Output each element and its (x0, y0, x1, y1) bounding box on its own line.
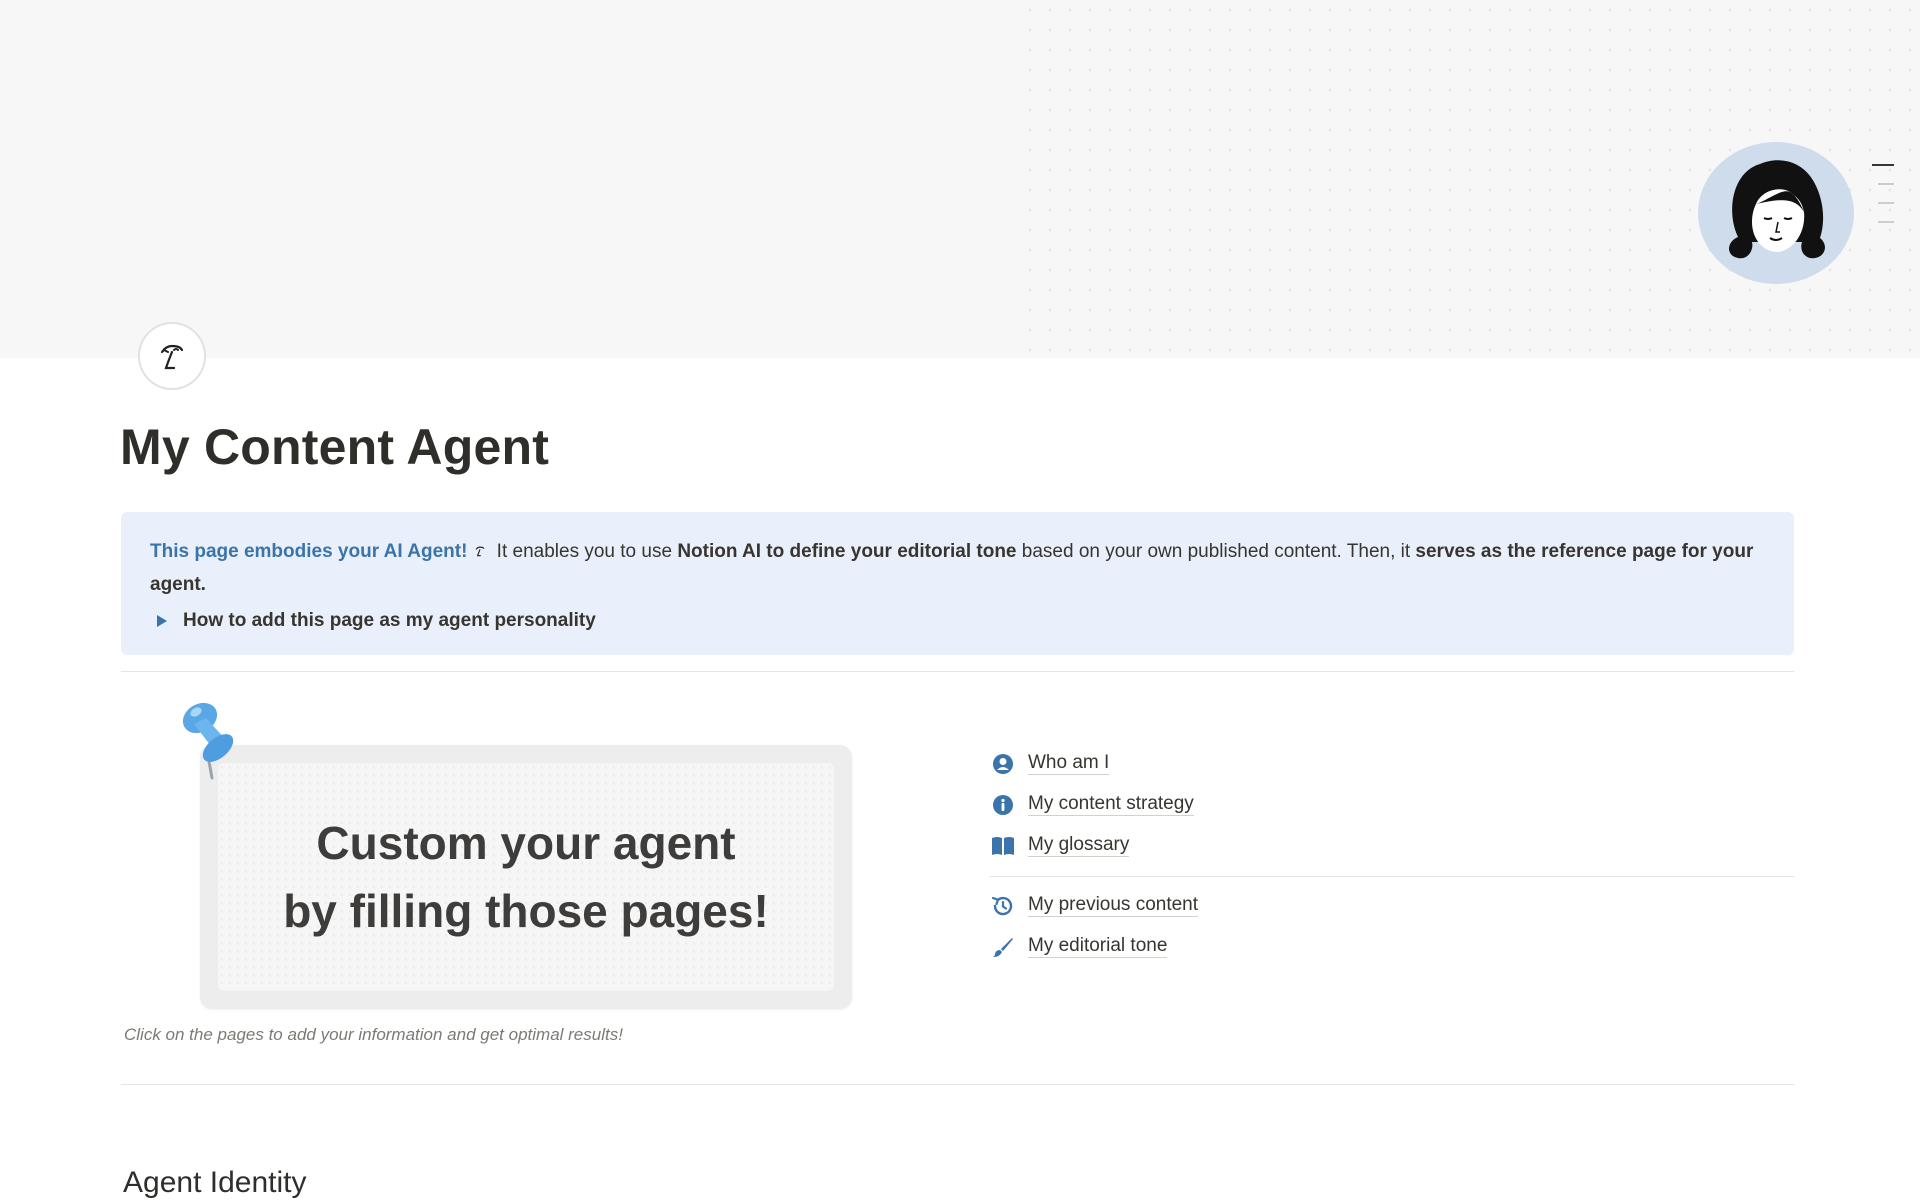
toggle-how-to-add[interactable]: How to add this page as my agent persona… (157, 605, 596, 636)
callout-bold-1: Notion AI to define your editorial tone (677, 541, 1017, 562)
brush-icon (990, 934, 1016, 960)
link-label: My previous content (1028, 894, 1199, 917)
page-cover (0, 0, 1920, 358)
toggle-label: How to add this page as my agent persona… (183, 610, 596, 631)
avatar (1698, 142, 1854, 284)
card-caption: Click on the pages to add your informati… (124, 1025, 623, 1044)
link-label: My glossary (1028, 834, 1130, 857)
ai-face-small-icon (473, 538, 487, 569)
user-circle-icon (990, 751, 1016, 777)
card-line-2: by filling those pages! (283, 885, 769, 937)
link-label: Who am I (1028, 752, 1110, 775)
link-label: My content strategy (1028, 793, 1194, 816)
open-book-icon (990, 833, 1016, 859)
link-my-glossary[interactable]: My glossary (990, 825, 1794, 866)
link-my-editorial-tone[interactable]: My editorial tone (990, 926, 1794, 967)
history-icon (990, 893, 1016, 919)
callout-text-2: based on your own published content. The… (1016, 541, 1416, 562)
instruction-card-inner: Custom your agent by filling those pages… (218, 763, 834, 991)
section-heading[interactable]: Agent Identity (123, 1166, 306, 1200)
table-of-contents-indicator[interactable] (1872, 164, 1894, 240)
link-my-content-strategy[interactable]: My content strategy (990, 784, 1794, 825)
divider (121, 1084, 1794, 1085)
page-links: Who am I My content strategy My glossary… (990, 743, 1794, 967)
page-icon[interactable] (138, 322, 206, 390)
page-title[interactable]: My Content Agent (120, 418, 549, 476)
pushpin-icon (178, 700, 242, 785)
card-line-1: Custom your agent (316, 817, 736, 869)
ai-face-icon (160, 344, 184, 370)
info-circle-icon (990, 792, 1016, 818)
link-who-am-i[interactable]: Who am I (990, 743, 1794, 784)
link-my-previous-content[interactable]: My previous content (990, 885, 1794, 926)
intro-callout: This page embodies your AI Agent! It ena… (121, 512, 1794, 655)
callout-text-1: It enables you to use (491, 541, 678, 562)
divider (121, 671, 1794, 672)
woman-avatar-icon (1729, 160, 1825, 259)
toggle-triangle-icon[interactable] (157, 614, 167, 627)
instruction-card: Custom your agent by filling those pages… (200, 745, 852, 1009)
links-divider (990, 876, 1794, 877)
callout-lead: This page embodies your AI Agent! (150, 541, 468, 562)
link-label: My editorial tone (1028, 935, 1168, 958)
